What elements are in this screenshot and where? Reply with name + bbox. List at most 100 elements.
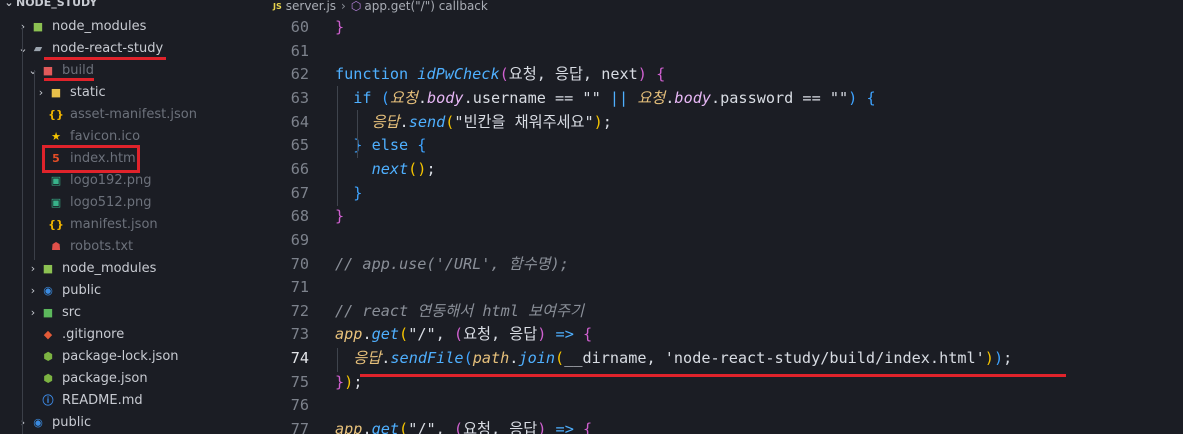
indent-guide: [357, 110, 358, 158]
tree-item-readme-md[interactable]: ⓘ README.md: [0, 389, 245, 411]
code-token: (: [453, 420, 464, 434]
code-text: // react 연동해서 html 보여주기: [335, 299, 584, 323]
breadcrumb-file[interactable]: server.js: [286, 0, 336, 13]
tree-item-label: public: [52, 414, 92, 430]
code-token: }: [335, 183, 363, 202]
tree-item-logo512-png[interactable]: ▣ logo512.png: [0, 191, 245, 213]
breadcrumb-symbol[interactable]: app.get("/") callback: [364, 0, 488, 13]
code-text: app.get("/", (요청, 응답) => {: [335, 417, 592, 434]
info-icon: ⓘ: [42, 394, 54, 407]
explorer-root-header[interactable]: ⌄ NODE_STUDY: [0, 0, 245, 10]
code-token: =>: [555, 420, 583, 434]
code-line[interactable]: 71: [245, 275, 1183, 299]
code-token: // app.use('/URL', 함수명);: [335, 254, 569, 273]
code-text: if (요청.body.username == "" || 요청.body.pa…: [335, 86, 875, 110]
git-icon: ◆: [43, 327, 53, 341]
tree-item-package-json[interactable]: ⬢ package.json: [0, 367, 245, 389]
code-token: get: [371, 325, 400, 344]
code-token: (: [380, 88, 390, 107]
code-line[interactable]: 74 응답.sendFile(path.join(__dirname, 'nod…: [245, 346, 1183, 370]
code-token: body: [674, 88, 711, 107]
tree-item-asset-manifest-json[interactable]: {} asset-manifest.json: [0, 103, 245, 125]
code-token: }: [335, 136, 372, 155]
chevron-down-icon: ⌄: [18, 41, 28, 55]
code-token: body: [426, 88, 464, 107]
code-token: ;: [602, 112, 612, 131]
tree-item-label: node_modules: [62, 260, 157, 276]
chevron-right-icon: ›: [30, 283, 36, 297]
code-line[interactable]: 60}: [245, 15, 1183, 39]
code-token: (: [399, 325, 409, 344]
code-line[interactable]: 70 // app.use('/URL', 함수명);: [245, 252, 1183, 276]
tree-item-node-modules[interactable]: › ■ node_modules: [0, 257, 245, 279]
tree-item-label: build: [62, 62, 94, 78]
line-number: 73: [290, 325, 309, 344]
json-file-icon: {}: [48, 107, 64, 121]
tree-item-build[interactable]: ⌄ ■ build: [0, 59, 245, 81]
code-line[interactable]: 69: [245, 228, 1183, 252]
code-token: (: [499, 65, 509, 84]
code-line[interactable]: 72 // react 연동해서 html 보여주기: [245, 299, 1183, 323]
indent-guide: [337, 348, 338, 372]
code-line[interactable]: 61: [245, 39, 1183, 63]
tree-item-public[interactable]: › ◉ public: [0, 279, 245, 301]
code-token: __dirname, 'node-react-study/build/index…: [564, 349, 985, 368]
code-text: 응답.send("빈칸을 채워주세요");: [335, 110, 612, 134]
code-token: (: [453, 325, 464, 344]
code-line[interactable]: 73 app.get("/", (요청, 응답) => {: [245, 322, 1183, 346]
chevron-down-icon: ⌄: [28, 63, 38, 77]
tree-item-node-modules[interactable]: › ■ node_modules: [0, 15, 245, 37]
tree-item-label: manifest.json: [70, 216, 158, 232]
image-file-icon: ▣: [50, 173, 62, 187]
code-editor[interactable]: JS server.js › ⬡ app.get("/") callback 6…: [245, 0, 1183, 434]
code-token: function: [335, 65, 418, 84]
code-token: sendFile: [390, 349, 464, 368]
tree-item-static[interactable]: › ■ static: [0, 81, 245, 103]
tree-item-package-lock-json[interactable]: ⬢ package-lock.json: [0, 345, 245, 367]
code-line[interactable]: 77 app.get("/", (요청, 응답) => {: [245, 417, 1183, 434]
tree-item-label: asset-manifest.json: [70, 106, 197, 122]
code-token: next: [371, 159, 409, 178]
code-token: {: [582, 420, 593, 434]
code-text: } else {: [335, 133, 426, 157]
tree-item-favicon-ico[interactable]: ★ favicon.ico: [0, 125, 245, 147]
code-token: // react 연동해서 html 보여주기: [335, 301, 584, 320]
tree-item-node-react-study[interactable]: ⌄ ▰ node-react-study: [0, 37, 245, 59]
code-token: 요청, 응답, next: [508, 65, 638, 84]
file-explorer: ⌄ NODE_STUDY › ■ node_modules ⌄ ▰ node-react-…: [0, 0, 245, 434]
code-token: .: [417, 88, 427, 107]
code-line[interactable]: 76: [245, 393, 1183, 417]
tree-item-label: robots.txt: [70, 238, 134, 254]
folder-open-icon: ▰: [33, 41, 43, 55]
code-line[interactable]: 65 } else {: [245, 133, 1183, 157]
folder-node-icon: ■: [42, 261, 54, 275]
code-token: (): [408, 159, 427, 178]
code-line[interactable]: 66 next();: [245, 157, 1183, 181]
code-token: (: [463, 349, 473, 368]
chevron-down-icon: ⌄: [4, 0, 14, 9]
line-number: 62: [290, 65, 309, 84]
tree-item-src[interactable]: › ■ src: [0, 301, 245, 323]
chevron-right-icon: ›: [20, 415, 26, 429]
chevron-right-icon: ›: [30, 261, 36, 275]
line-number: 75: [290, 372, 309, 391]
code-line[interactable]: 64 응답.send("빈칸을 채워주세요");: [245, 110, 1183, 134]
line-number: 68: [290, 207, 309, 226]
line-number: 74: [290, 349, 309, 368]
line-number: 67: [290, 183, 309, 202]
tree-item-robots-txt[interactable]: ☗ robots.txt: [0, 235, 245, 257]
line-number: 64: [290, 112, 309, 131]
code-token: ;: [1003, 349, 1013, 368]
code-line[interactable]: 67 }: [245, 181, 1183, 205]
tree-item-public[interactable]: › ◉ public: [0, 411, 245, 433]
folder-globe-icon: ◉: [33, 415, 43, 429]
tree-item--gitignore[interactable]: ◆ .gitignore: [0, 323, 245, 345]
tree-item-manifest-json[interactable]: {} manifest.json: [0, 213, 245, 235]
code-token: "/",: [408, 420, 454, 434]
code-token: ): [593, 112, 603, 131]
code-line[interactable]: 63 if (요청.body.username == "" || 요청.body…: [245, 86, 1183, 110]
code-line[interactable]: 62 function idPwCheck(요청, 응답, next) {: [245, 62, 1183, 86]
code-line[interactable]: 68}: [245, 204, 1183, 228]
